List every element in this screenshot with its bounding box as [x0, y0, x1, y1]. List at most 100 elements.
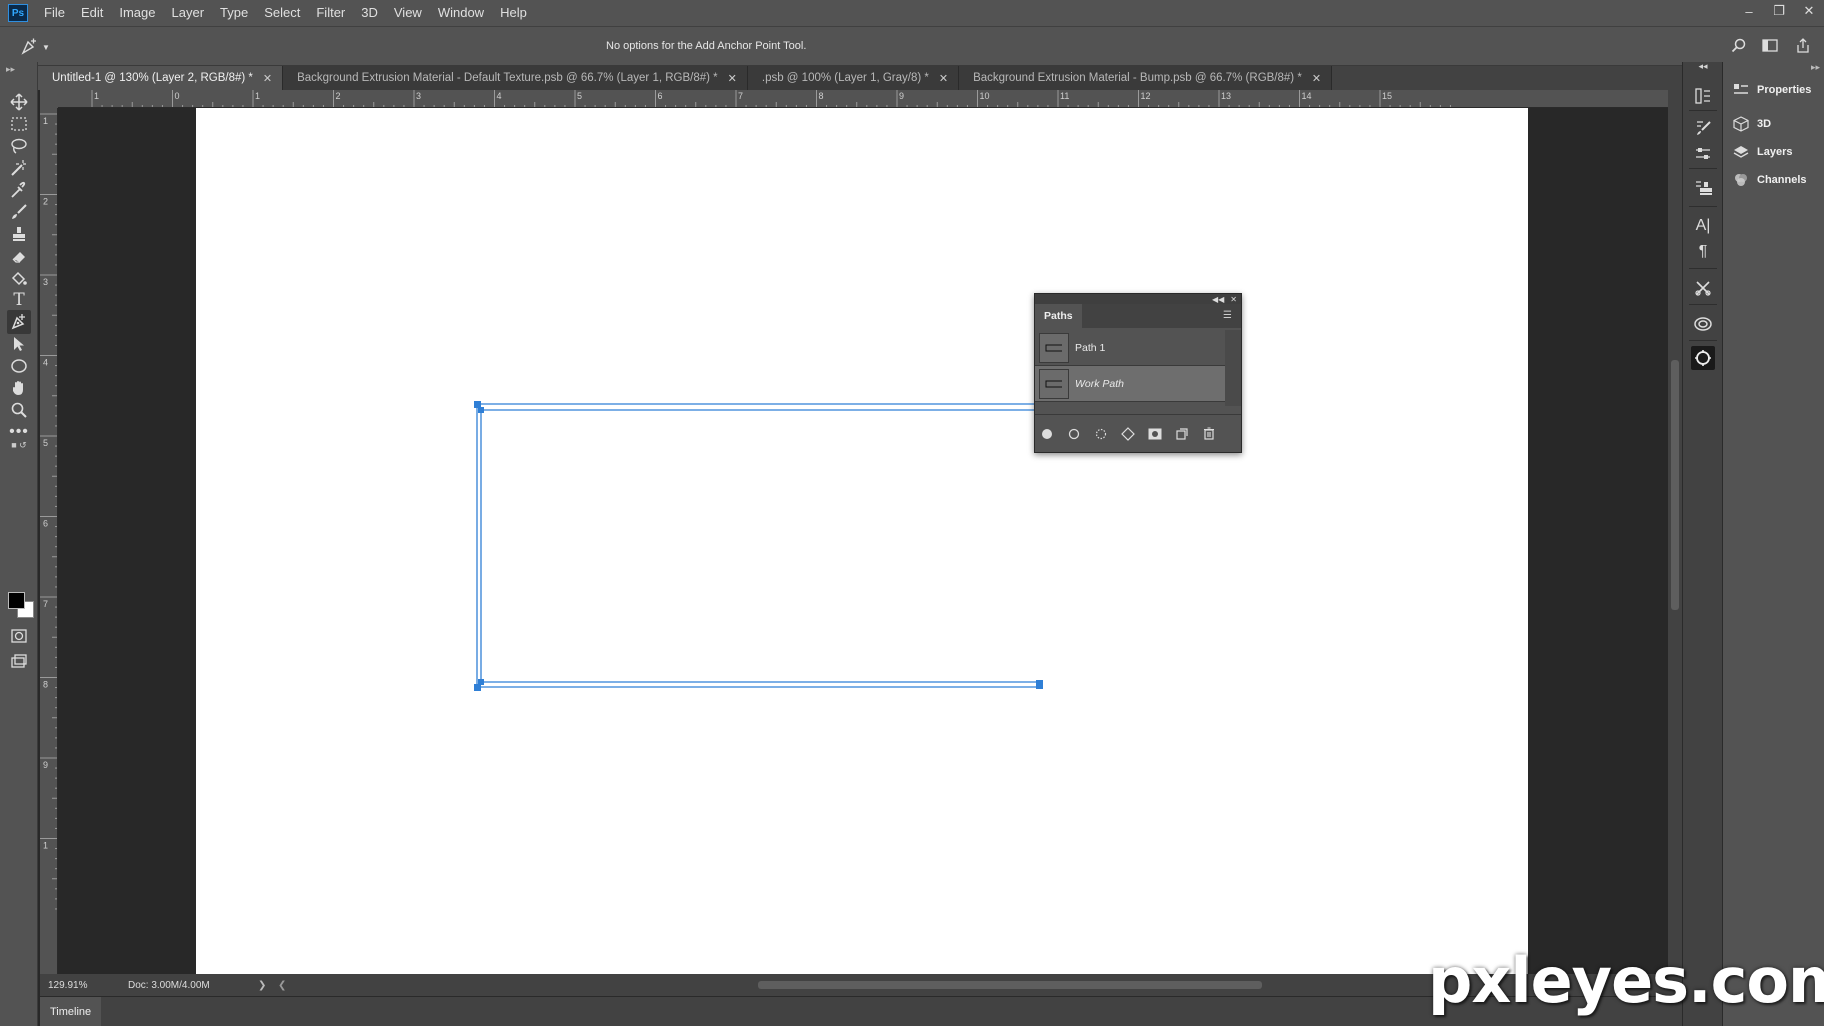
- tab-timeline[interactable]: Timeline: [40, 996, 102, 1026]
- clone-stamp-icon[interactable]: [7, 222, 31, 246]
- panel-3d[interactable]: 3D: [1723, 110, 1824, 138]
- tab-paths[interactable]: Paths: [1035, 304, 1082, 328]
- anchor-point[interactable]: [474, 401, 481, 408]
- zoom-tool-icon[interactable]: [7, 398, 31, 422]
- workspace-switcher-icon[interactable]: [1760, 35, 1782, 57]
- panel-menu-icon[interactable]: ☰: [1223, 310, 1235, 322]
- close-icon[interactable]: ✕: [728, 72, 737, 85]
- foreground-color[interactable]: [8, 592, 25, 609]
- marquee-tool-icon[interactable]: [7, 112, 31, 136]
- path-thumbnail: [1039, 332, 1069, 363]
- tab-bump[interactable]: Background Extrusion Material - Bump.psb…: [959, 66, 1333, 90]
- add-mask-icon[interactable]: [1147, 426, 1163, 442]
- ellipse-tool-icon[interactable]: [7, 354, 31, 378]
- close-window-button[interactable]: ✕: [1794, 0, 1824, 22]
- menu-view[interactable]: View: [386, 0, 430, 26]
- paths-scrollbar[interactable]: [1225, 330, 1241, 406]
- make-work-path-icon[interactable]: [1120, 426, 1136, 442]
- collapse-panel-icon[interactable]: ◀◀: [1212, 295, 1224, 304]
- menu-image[interactable]: Image: [111, 0, 163, 26]
- close-icon[interactable]: ✕: [1312, 72, 1321, 85]
- paint-bucket-icon[interactable]: [7, 266, 31, 290]
- chevron-right-icon[interactable]: ❯: [258, 980, 278, 991]
- clone-source-icon[interactable]: [1691, 176, 1715, 200]
- paths-panel[interactable]: ◀◀ ✕ Paths ☰ Path 1 Work Path: [1034, 293, 1242, 453]
- tab-psb[interactable]: .psb @ 100% (Layer 1, Gray/8) * ✕: [747, 66, 960, 90]
- tool-presets-icon[interactable]: [1691, 276, 1715, 300]
- load-as-selection-icon[interactable]: [1093, 426, 1109, 442]
- eyedropper-icon[interactable]: [7, 178, 31, 202]
- menu-filter[interactable]: Filter: [308, 0, 353, 26]
- search-icon[interactable]: [1728, 35, 1750, 57]
- tab-untitled-1[interactable]: Untitled-1 @ 130% (Layer 2, RGB/8#) * ✕: [38, 66, 284, 90]
- hand-tool-icon[interactable]: [7, 376, 31, 400]
- menu-edit[interactable]: Edit: [73, 0, 111, 26]
- plugin-icon[interactable]: [1691, 346, 1715, 370]
- horizontal-ruler[interactable]: 1 0 1 2 3 4 5 6 7 8 9 10 11 12 13 14 15: [58, 90, 1668, 108]
- zoom-level[interactable]: 129.91%: [48, 980, 128, 991]
- path-selection-icon[interactable]: [7, 332, 31, 356]
- anchor-point[interactable]: [474, 684, 481, 691]
- paragraph-icon[interactable]: ¶: [1691, 240, 1715, 264]
- add-anchor-point-tool-icon[interactable]: [7, 310, 31, 334]
- lasso-tool-icon[interactable]: [7, 134, 31, 158]
- quick-mask-icon[interactable]: [7, 624, 31, 648]
- paths-panel-footer: [1035, 414, 1241, 452]
- vertical-scrollbar-thumb[interactable]: [1671, 360, 1679, 610]
- close-icon[interactable]: ✕: [939, 72, 948, 85]
- paths-panel-titlebar[interactable]: ◀◀ ✕: [1035, 294, 1241, 304]
- fill-path-icon[interactable]: [1039, 426, 1055, 442]
- path-item-work-path[interactable]: Work Path: [1035, 366, 1225, 402]
- screen-mode-icon[interactable]: [7, 650, 31, 674]
- tab-default-texture[interactable]: Background Extrusion Material - Default …: [283, 66, 748, 90]
- panel-dock: ▸▸ Properties 3D Layers Channels: [1722, 62, 1824, 1026]
- character-icon[interactable]: A|: [1691, 214, 1715, 238]
- libraries-icon[interactable]: [1691, 312, 1715, 336]
- color-swatches[interactable]: [8, 592, 36, 620]
- adjustments-icon[interactable]: [1691, 142, 1715, 166]
- share-icon[interactable]: [1792, 35, 1814, 57]
- menu-3d[interactable]: 3D: [353, 0, 386, 26]
- anchor-point[interactable]: [478, 407, 484, 413]
- eraser-tool-icon[interactable]: [7, 244, 31, 268]
- collapse-toolbar-icon[interactable]: ▸▸: [6, 64, 15, 75]
- stroke-path-icon[interactable]: [1066, 426, 1082, 442]
- panel-layers[interactable]: Layers: [1723, 138, 1824, 166]
- horizontal-scrollbar-thumb[interactable]: [758, 981, 1262, 989]
- type-tool-icon[interactable]: T: [7, 288, 31, 312]
- move-tool-icon[interactable]: [7, 90, 31, 114]
- work-path-overlay[interactable]: [58, 108, 1668, 974]
- path-outline[interactable]: [476, 403, 1106, 688]
- ruler-origin[interactable]: [40, 90, 58, 108]
- minimize-button[interactable]: –: [1734, 0, 1764, 22]
- history-icon[interactable]: [1691, 84, 1715, 108]
- brush-settings-icon[interactable]: [1691, 116, 1715, 140]
- tool-preset-picker[interactable]: ▼: [20, 37, 60, 57]
- magic-wand-icon[interactable]: [7, 156, 31, 180]
- vertical-ruler[interactable]: 1 2 3 4 5 6 7 8 9 1: [40, 108, 58, 974]
- path-item-path-1[interactable]: Path 1: [1035, 330, 1225, 366]
- close-icon[interactable]: ✕: [263, 72, 272, 85]
- anchor-point[interactable]: [478, 679, 484, 685]
- panel-channels[interactable]: Channels: [1723, 166, 1824, 194]
- menu-file[interactable]: File: [36, 0, 73, 26]
- menu-type[interactable]: Type: [212, 0, 256, 26]
- trash-icon[interactable]: [1201, 426, 1217, 442]
- default-swap-colors-icon[interactable]: ■ ↺: [4, 438, 34, 452]
- canvas-workspace[interactable]: [58, 108, 1668, 974]
- anchor-point[interactable]: [1036, 680, 1043, 689]
- collapse-dock-icon[interactable]: ◂◂: [1691, 60, 1715, 72]
- close-icon[interactable]: ✕: [1230, 295, 1237, 304]
- vertical-scrollbar[interactable]: [1668, 90, 1682, 974]
- expand-panels-icon[interactable]: ▸▸: [1723, 62, 1824, 76]
- menu-layer[interactable]: Layer: [164, 0, 213, 26]
- menu-help[interactable]: Help: [492, 0, 535, 26]
- menu-window[interactable]: Window: [430, 0, 492, 26]
- ruler-label: 1: [43, 841, 48, 851]
- add-anchor-pen-icon: [21, 38, 36, 55]
- restore-button[interactable]: ❐: [1764, 0, 1794, 22]
- menu-select[interactable]: Select: [256, 0, 308, 26]
- new-path-icon[interactable]: [1174, 426, 1190, 442]
- brush-tool-icon[interactable]: [7, 200, 31, 224]
- panel-properties[interactable]: Properties: [1723, 76, 1824, 104]
